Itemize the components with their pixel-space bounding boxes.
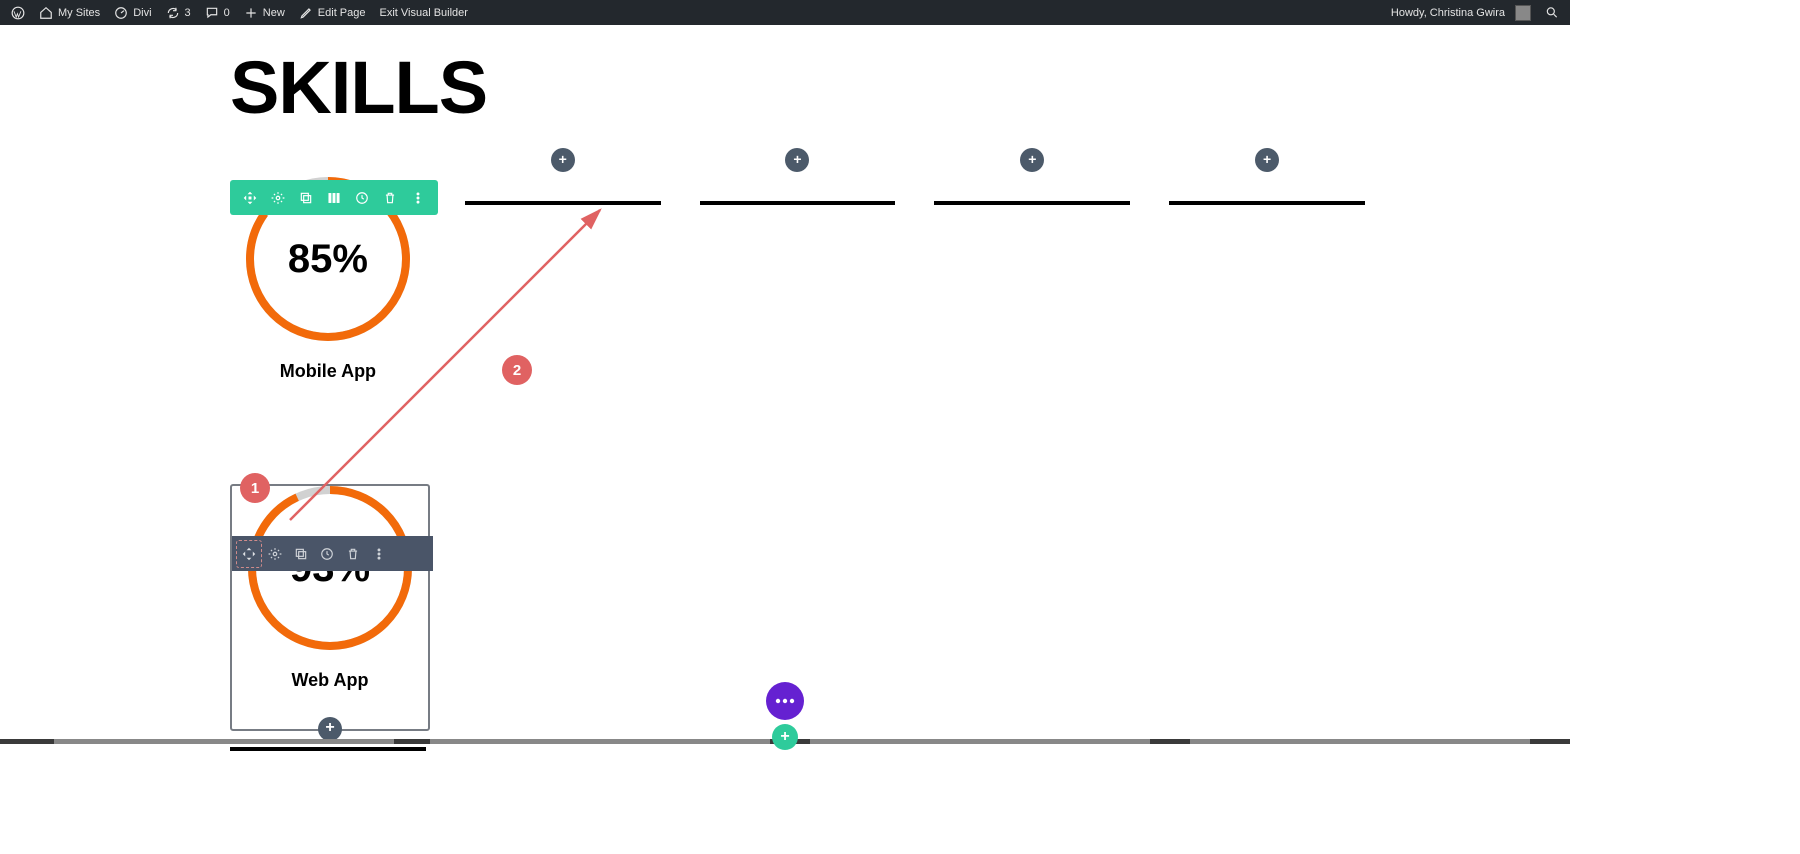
column-rule — [700, 201, 896, 205]
my-sites-label: My Sites — [58, 7, 100, 19]
comments-link[interactable]: 0 — [198, 0, 237, 25]
divi-label: Divi — [133, 7, 151, 19]
add-module-below-button[interactable]: + — [318, 717, 342, 741]
avatar-icon — [1515, 5, 1531, 21]
column-4: + — [934, 165, 1130, 390]
comments-count: 0 — [224, 7, 230, 19]
divi-link[interactable]: Divi — [107, 0, 158, 25]
wp-logo[interactable] — [4, 0, 32, 25]
annotation-badge-label: 2 — [513, 362, 521, 379]
column-rule — [934, 201, 1130, 205]
delete-row-button[interactable] — [376, 180, 404, 215]
pencil-icon — [299, 6, 313, 20]
howdy-label: Howdy, Christina Gwira — [1391, 7, 1505, 19]
column-rule — [1169, 201, 1365, 205]
add-module-button[interactable]: + — [1255, 148, 1279, 172]
my-sites-link[interactable]: My Sites — [32, 0, 107, 25]
column-rule — [230, 747, 426, 751]
column-5: + — [1169, 165, 1365, 390]
add-section-fab[interactable]: + — [772, 724, 798, 750]
search-toggle[interactable] — [1538, 0, 1566, 25]
plus-icon — [244, 6, 258, 20]
page-title: SKILLS — [230, 45, 1365, 130]
new-link[interactable]: New — [237, 0, 292, 25]
row-toolbar — [230, 180, 438, 215]
duplicate-module-button[interactable] — [288, 536, 314, 571]
gauge-icon — [114, 6, 128, 20]
add-module-button[interactable]: + — [551, 148, 575, 172]
row-more-button[interactable] — [404, 180, 432, 215]
module-toolbar — [232, 536, 433, 571]
drag-row-button[interactable] — [236, 180, 264, 215]
builder-fab-group: + — [766, 682, 804, 750]
duplicate-row-button[interactable] — [292, 180, 320, 215]
delete-module-button[interactable] — [340, 536, 366, 571]
annotation-badge-2: 2 — [502, 355, 532, 385]
wp-admin-bar: My Sites Divi 3 0 New Edit Page Exit Vis… — [0, 0, 1570, 25]
save-module-button[interactable] — [314, 536, 340, 571]
module-settings-button[interactable] — [262, 536, 288, 571]
column-3: + — [700, 165, 896, 390]
annotation-badge-1: 1 — [240, 473, 270, 503]
wordpress-icon — [11, 6, 25, 20]
exit-builder-link[interactable]: Exit Visual Builder — [373, 0, 475, 25]
howdy-link[interactable]: Howdy, Christina Gwira — [1384, 0, 1538, 25]
builder-menu-fab[interactable] — [766, 682, 804, 720]
add-module-button[interactable]: + — [1020, 148, 1044, 172]
annotation-badge-label: 1 — [251, 480, 259, 497]
edit-page-label: Edit Page — [318, 7, 366, 19]
row-settings-button[interactable] — [264, 180, 292, 215]
search-icon — [1545, 6, 1559, 20]
edit-page-link[interactable]: Edit Page — [292, 0, 373, 25]
counter-label: Web App — [292, 670, 369, 691]
updates-count: 3 — [185, 7, 191, 19]
updates-link[interactable]: 3 — [159, 0, 198, 25]
add-module-button[interactable]: + — [785, 148, 809, 172]
column-layout-button[interactable] — [320, 180, 348, 215]
annotation-arrow — [270, 200, 630, 540]
refresh-icon — [166, 6, 180, 20]
module-more-button[interactable] — [366, 536, 392, 571]
save-row-button[interactable] — [348, 180, 376, 215]
drag-module-button[interactable] — [236, 536, 262, 571]
house-icon — [39, 6, 53, 20]
page: SKILLS 85% Mobile App — [0, 25, 1570, 744]
comment-icon — [205, 6, 219, 20]
exit-builder-label: Exit Visual Builder — [380, 7, 468, 19]
new-label: New — [263, 7, 285, 19]
